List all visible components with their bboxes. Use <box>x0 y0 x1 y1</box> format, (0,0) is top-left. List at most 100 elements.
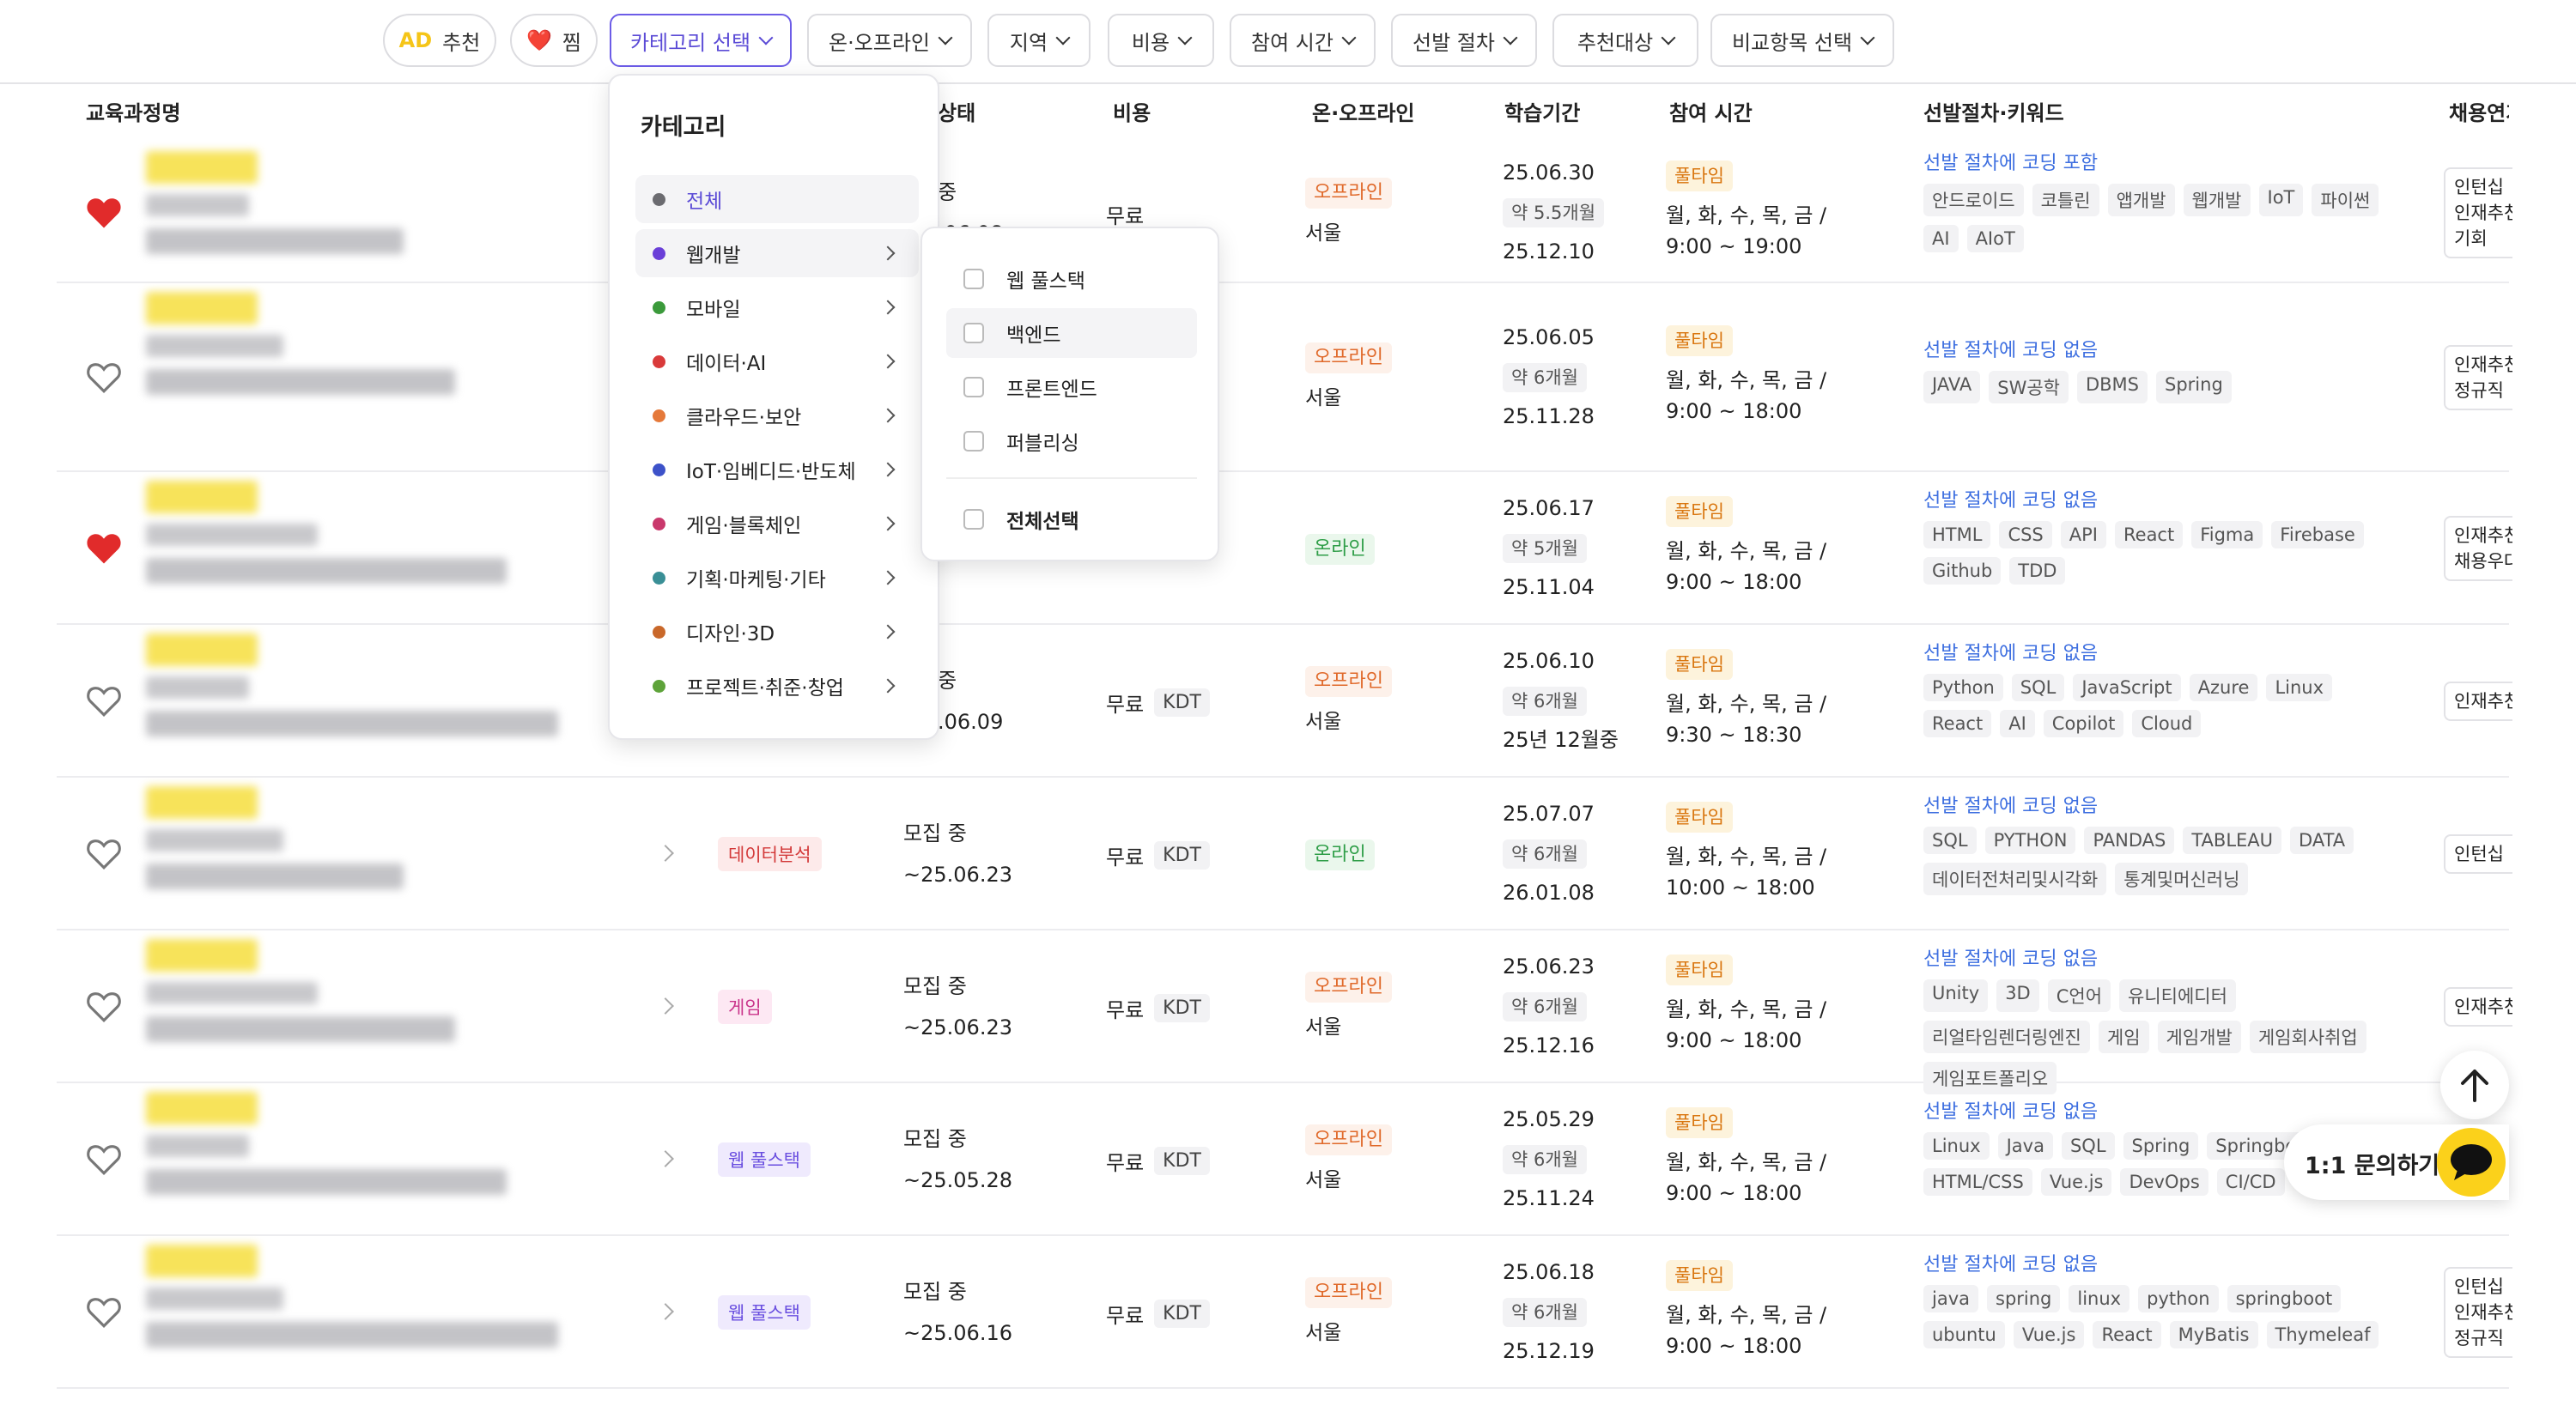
category-option[interactable]: 데이터·AI <box>635 337 919 385</box>
days-label: 월, 화, 수, 목, 금 / <box>1666 997 1827 1021</box>
heart-filled-icon[interactable] <box>86 196 122 230</box>
chevron-right-icon[interactable] <box>657 1303 674 1320</box>
category-option[interactable]: 프로젝트·취준·창업 <box>635 662 919 710</box>
category-badge: 게임 <box>718 990 772 1024</box>
status-deadline: .06.09 <box>938 710 1004 734</box>
table-row[interactable]: 게임 모집 중 ~25.06.23 무료 KDT 오프라인 서울 25.06.23 약 6개월 2… <box>57 930 2512 1094</box>
subcategory-checkbox[interactable]: 웹 풀스택 <box>946 254 1197 304</box>
keyword-tag: TDD <box>2009 557 2066 585</box>
employment-cell: 인재추천채용우대 <box>2444 516 2512 581</box>
participation-time-filter[interactable]: 참여 시간 <box>1230 14 1376 67</box>
subcategory-checkbox[interactable]: 프론트엔드 <box>946 362 1197 412</box>
table-row[interactable]: 중 .06.09 무료 KDT 오프라인 서울 25.06.10 약 6개월 25년 12월중 풀… <box>57 625 2512 778</box>
favorites-filter-chip[interactable]: ❤️ 찜 <box>510 14 598 67</box>
heart-outline-icon[interactable] <box>86 837 122 871</box>
header-mode[interactable]: 온·오프라인 <box>1312 96 1415 126</box>
participation-time-cell: 풀타임 월, 화, 수, 목, 금 / 9:00 ~ 19:00 <box>1666 160 1826 262</box>
status-cell: 모집 중 ~25.05.28 <box>903 1118 1012 1201</box>
start-date: 25.06.18 <box>1503 1260 1595 1284</box>
region-label: 지역 <box>1009 30 1048 55</box>
fulltime-badge: 풀타임 <box>1666 1107 1733 1138</box>
compare-items-filter[interactable]: 비교항목 선택 <box>1710 14 1894 67</box>
days-label: 월, 화, 수, 목, 금 / <box>1666 845 1827 869</box>
keyword-tag: 통계및머신러닝 <box>2115 863 2249 895</box>
header-time[interactable]: 참여 시간 <box>1669 96 1753 126</box>
table-row[interactable]: 데이터분석 모집 중 ~25.06.23 무료 KDT 온라인 25.07.07 약 6개월 2… <box>57 778 2512 930</box>
category-option[interactable]: 전체 <box>635 175 919 223</box>
category-option[interactable]: 디자인·3D <box>635 608 919 656</box>
heart-outline-icon[interactable] <box>86 361 122 395</box>
chevron-down-icon <box>938 30 953 45</box>
header-status[interactable]: 상태 <box>938 96 975 126</box>
checkbox-box[interactable] <box>963 431 984 451</box>
heart-outline-icon[interactable] <box>86 990 122 1024</box>
header-employment[interactable]: 채용연계 <box>2449 96 2509 126</box>
target-filter[interactable]: 추천대상 <box>1552 14 1698 67</box>
mode-cell: 오프라인 서울 <box>1305 966 1392 1048</box>
duration-badge: 약 6개월 <box>1503 1298 1587 1327</box>
participation-time-cell: 풀타임 월, 화, 수, 목, 금 / 9:00 ~ 18:00 <box>1666 1106 1826 1209</box>
table-row[interactable]: 웹 풀스택 모집 중 ~25.05.28 무료 KDT 오프라인 서울 25.05.29 약 6… <box>57 1083 2509 1236</box>
table-row[interactable]: 웹 풀스택 모집 중 ~25.06.16 무료 KDT 오프라인 서울 25.06.18 약 6… <box>57 1236 2512 1389</box>
hours-label: 9:00 ~ 18:00 <box>1666 1181 1802 1205</box>
employment-label: 인재추천 <box>2454 691 2512 712</box>
checkbox-box[interactable] <box>963 509 984 530</box>
category-option[interactable]: 클라우드·보안 <box>635 391 919 439</box>
table-row[interactable]: 중.06.08무료오프라인서울25.06.30약 5.5개월25.12.10풀타… <box>57 142 2512 283</box>
category-option[interactable]: 모바일 <box>635 283 919 331</box>
header-keywords[interactable]: 선발절차·키워드 <box>1923 96 2064 126</box>
keyword-tag: Azure <box>2189 674 2258 701</box>
category-select-button[interactable]: 카테고리 선택 <box>610 14 792 67</box>
chevron-down-icon <box>1177 30 1193 45</box>
chevron-right-icon[interactable] <box>657 845 674 862</box>
selection-process-note: 선발 절차에 코딩 없음 <box>1923 490 2099 512</box>
days-label: 월, 화, 수, 목, 금 / <box>1666 368 1827 392</box>
redacted-provider <box>146 1135 249 1157</box>
chevron-right-icon[interactable] <box>657 1150 674 1167</box>
fulltime-badge: 풀타임 <box>1666 955 1733 985</box>
subcategory-checkbox[interactable]: 퍼블리싱 <box>946 416 1197 466</box>
chevron-right-icon[interactable] <box>657 997 674 1015</box>
keyword-tag: spring <box>1987 1285 2061 1312</box>
subcategory-checkbox[interactable]: 백엔드 <box>946 308 1197 358</box>
redacted-logo <box>146 292 258 324</box>
hours-label: 9:00 ~ 19:00 <box>1666 234 1802 258</box>
recommend-filter-chip[interactable]: AD 추천 <box>383 14 496 67</box>
checkbox-box[interactable] <box>963 269 984 289</box>
heart-outline-icon[interactable] <box>86 1295 122 1330</box>
header-period[interactable]: 학습기간 <box>1504 96 1580 126</box>
keyword-tags: 안드로이드 코틀린 앱개발 웹개발 IoT 파이썬 AI AIoT <box>1923 184 2404 252</box>
keyword-tag: 게임개발 <box>2157 1021 2241 1053</box>
hours-label: 9:00 ~ 18:00 <box>1666 570 1802 594</box>
employment-label: 인턴십 <box>2454 177 2504 197</box>
checkbox-box[interactable] <box>963 377 984 397</box>
selection-process-filter[interactable]: 선발 절차 <box>1391 14 1537 67</box>
category-option-label: 프로젝트·취준·창업 <box>686 677 844 700</box>
start-date: 25.06.23 <box>1503 955 1595 979</box>
region-filter[interactable]: 지역 <box>987 14 1091 67</box>
scroll-to-top-button[interactable] <box>2440 1051 2509 1119</box>
category-option[interactable]: 기획·마케팅·기타 <box>635 554 919 602</box>
keywords-cell: 선발 절차에 코딩 없음 Python SQL JavaScript Azure Linu… <box>1923 638 2404 737</box>
hours-label: 9:30 ~ 18:30 <box>1666 723 1802 747</box>
keyword-tag: PYTHON <box>1984 827 2076 854</box>
select-all-checkbox[interactable]: 전체선택 <box>946 494 1197 544</box>
selection-process-note: 선발 절차에 코딩 없음 <box>1923 1101 2099 1123</box>
keyword-tag: React <box>1923 710 1992 737</box>
category-option[interactable]: IoT·임베디드·반도체 <box>635 445 919 494</box>
table-row[interactable]: 오프라인 서울 25.06.05 약 6개월 25.11.28 풀타임 월, 화, 수, 목… <box>57 283 2512 472</box>
heart-filled-icon[interactable] <box>86 531 122 566</box>
checkbox-box[interactable] <box>963 323 984 343</box>
header-cost[interactable]: 비용 <box>1113 96 1151 126</box>
heart-outline-icon[interactable] <box>86 1142 122 1177</box>
category-option[interactable]: 웹개발 <box>635 229 919 277</box>
table-row[interactable]: .06.09온라인25.06.17약 5개월25.11.04풀타임월, 화, 수… <box>57 472 2512 625</box>
online-offline-filter[interactable]: 온·오프라인 <box>807 14 972 67</box>
header-course-name[interactable]: 교육과정명 <box>86 96 180 126</box>
heart-outline-icon[interactable] <box>86 684 122 718</box>
employment-label: 인재추천 <box>2454 355 2512 375</box>
keyword-tag: 데이터전처리및시각화 <box>1923 863 2107 895</box>
category-option[interactable]: 게임·블록체인 <box>635 500 919 548</box>
cost-filter[interactable]: 비용 <box>1108 14 1214 67</box>
inquiry-button[interactable]: 1:1 문의하기 <box>2284 1124 2509 1200</box>
